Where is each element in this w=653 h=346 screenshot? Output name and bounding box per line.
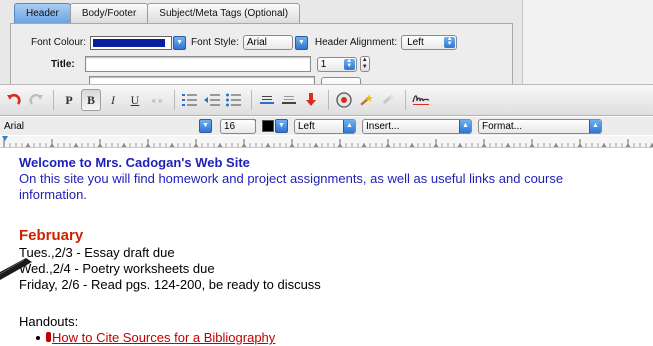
font-colour-label: Font Colour: <box>31 37 87 48</box>
settings-tabs: Header Body/Footer Subject/Meta Tags (Op… <box>14 3 301 24</box>
outdent-button[interactable] <box>202 89 222 111</box>
eraser-icon <box>382 94 394 104</box>
format-bar: Arial ▼ 16 ▼ ▼ Left ▲▼ Insert... ▲▼ Form… <box>0 117 653 141</box>
subtitle-size-select[interactable] <box>321 76 361 84</box>
font-style-label: Font Style: <box>191 37 239 48</box>
font-style-field[interactable]: Arial <box>242 35 293 50</box>
arrow-down-icon <box>306 93 316 106</box>
tab-subject-meta-tags[interactable]: Subject/Meta Tags (Optional) <box>147 3 301 24</box>
underline-button[interactable]: U <box>125 89 145 111</box>
font-colour-well[interactable] <box>90 35 173 50</box>
title-size-value: 1 <box>320 58 327 70</box>
intro-text-line-1: On this site you will find homework and … <box>19 171 564 186</box>
document-editor[interactable]: Welcome to Mrs. Cadogan's Web Site On th… <box>0 149 653 346</box>
insert-line-above-button[interactable] <box>257 89 277 111</box>
font-colour-swatch <box>93 38 166 47</box>
tab-header[interactable]: Header <box>14 3 71 24</box>
settings-side-column <box>522 0 653 84</box>
insert-line-above-icon <box>260 96 274 104</box>
paragraph-button[interactable]: P <box>59 89 79 111</box>
text-color-dropdown-button[interactable]: ▼ <box>275 119 288 133</box>
spellcheck-button[interactable] <box>334 89 354 111</box>
undo-button[interactable] <box>4 89 24 111</box>
list-bullet <box>36 336 40 340</box>
annotation-arrow-icon <box>0 258 32 280</box>
title-label: Title: <box>51 58 75 70</box>
chevron-updown-icon: ▲▼ <box>343 58 355 70</box>
chevron-updown-icon: ▲▼ <box>343 119 355 141</box>
insert-select[interactable]: Insert... ▲▼ <box>362 118 472 141</box>
header-settings-panel: Header Body/Footer Subject/Meta Tags (Op… <box>0 0 653 84</box>
redo-icon <box>29 94 43 105</box>
header-alignment-select[interactable]: Left ▲ ▼ <box>401 35 458 50</box>
font-family-select[interactable]: Arial <box>4 119 214 134</box>
bullet-list-button[interactable] <box>224 89 244 111</box>
handout-link[interactable]: How to Cite Sources for a Bibliography <box>52 330 275 345</box>
font-style-value: Arial <box>246 37 267 48</box>
toolbar-separator <box>328 90 329 110</box>
assignment-item: Tues.,2/3 - Essay draft due <box>19 245 175 260</box>
blockquote-button[interactable]: « » <box>147 89 167 111</box>
welcome-heading: Welcome to Mrs. Cadogan's Web Site <box>19 155 250 170</box>
font-family-value: Arial <box>4 120 25 132</box>
header-alignment-label: Header Alignment: <box>314 37 398 48</box>
signature-icon <box>412 95 430 105</box>
toolbar-separator <box>53 90 54 110</box>
font-size-value: 16 <box>224 120 236 132</box>
format-select[interactable]: Format... ▲▼ <box>478 118 602 141</box>
editor-toolbar: P B I U « » <box>0 84 653 116</box>
link-marker-icon <box>46 332 51 342</box>
font-colour-dropdown-button[interactable]: ▼ <box>173 35 187 50</box>
signature-button[interactable] <box>411 89 431 111</box>
header-tab-pane: Font Colour: ▼ Font Style: Arial ▼ Heade… <box>10 23 513 84</box>
numbered-list-button[interactable] <box>180 89 200 111</box>
font-size-field[interactable]: 16 <box>220 118 256 134</box>
chevron-updown-icon: ▲▼ <box>459 119 471 141</box>
header-alignment-value: Left <box>407 37 424 48</box>
title-size-select[interactable]: 1 ▲ ▼ <box>316 56 357 72</box>
bullet-list-icon <box>226 93 241 107</box>
italic-button[interactable]: I <box>103 89 123 111</box>
magic-wand-icon <box>360 94 373 106</box>
numbered-list-icon <box>182 94 197 106</box>
tab-body-footer[interactable]: Body/Footer <box>69 3 149 24</box>
assignment-item: Friday, 2/6 - Read pgs. 124-200, be read… <box>19 277 321 292</box>
alignment-value: Left <box>298 120 315 132</box>
move-down-button[interactable] <box>301 89 321 111</box>
format-value: Format... <box>482 120 523 132</box>
ruler-ticks <box>2 136 653 147</box>
chevron-updown-icon: ▲▼ <box>589 119 601 141</box>
text-color-swatch[interactable] <box>262 120 274 132</box>
title-size-stepper[interactable]: ▲ ▼ <box>359 56 370 72</box>
clear-format-button[interactable] <box>378 89 398 111</box>
title-input[interactable] <box>84 56 311 72</box>
handouts-label: Handouts: <box>19 314 79 329</box>
insert-value: Insert... <box>366 120 400 132</box>
outdent-icon <box>204 94 220 106</box>
toolbar-separator <box>251 90 252 110</box>
insert-line-below-icon <box>282 96 296 104</box>
assignment-item: Wed.,2/4 - Poetry worksheets due <box>19 261 215 276</box>
alignment-select[interactable]: Left ▲▼ <box>294 118 356 141</box>
undo-icon <box>7 93 21 105</box>
toolbar-separator <box>405 90 406 110</box>
font-style-dropdown-button[interactable]: ▼ <box>294 35 308 50</box>
insert-line-below-button[interactable] <box>279 89 299 111</box>
magic-wand-button[interactable] <box>356 89 376 111</box>
ruler[interactable] <box>0 136 653 148</box>
toolbar-separator <box>174 90 175 110</box>
chevron-updown-icon: ▲▼ <box>444 36 456 48</box>
redo-button[interactable] <box>26 89 46 111</box>
subtitle-input[interactable] <box>89 76 315 84</box>
bold-button[interactable]: B <box>81 89 101 111</box>
globe-icon <box>336 92 352 108</box>
